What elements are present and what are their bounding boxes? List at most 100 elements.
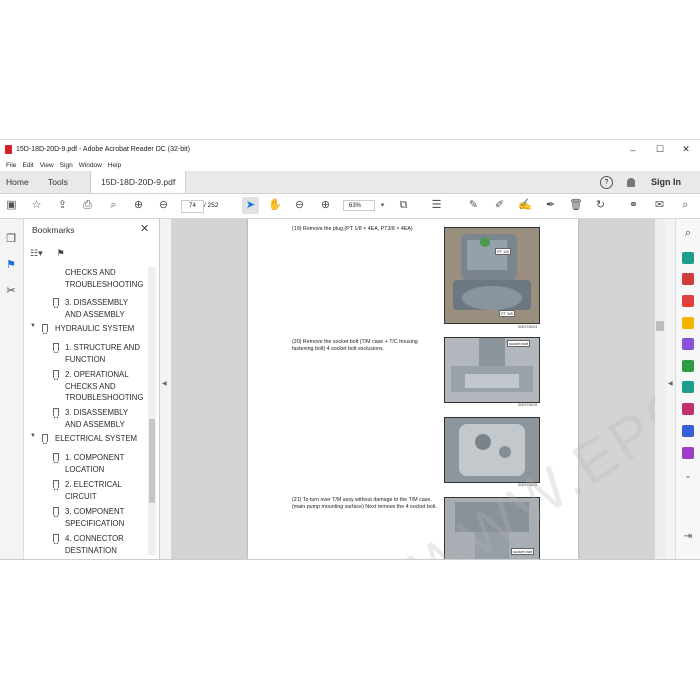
close-window-button[interactable]: ✕ [673, 140, 699, 159]
zoom-in-icon[interactable]: ⊕ [319, 199, 332, 212]
print-icon[interactable]: ⎙ [81, 199, 94, 212]
window-title: 15D-18D-20D-9.pdf - Adobe Acrobat Reader… [16, 146, 190, 153]
bookmark-icon [42, 324, 48, 334]
notification-bell-icon[interactable] [627, 177, 635, 187]
bookmark-icon [53, 298, 59, 308]
create-pdf-icon[interactable] [682, 273, 694, 285]
sign-in-button[interactable]: Sign In [651, 177, 681, 187]
photo-socket-bolt-1: socket bolt [444, 337, 540, 403]
page-thumbnails-icon[interactable]: ❐ [5, 233, 17, 245]
collapse-tools-icon[interactable]: ⇥ [682, 531, 694, 543]
menu-sign[interactable]: Sign [60, 162, 73, 169]
attachments-icon[interactable]: ✂ [5, 285, 17, 297]
bookmark-icon [53, 370, 59, 380]
figure-id: 50D9TM025 [518, 403, 538, 407]
bookmarks-panel: Bookmarks ✕ ☷▾ ⚑ CHECKS AND TROUBLESHOOT… [24, 219, 160, 559]
zoom-search-icon[interactable]: ⌕ [107, 199, 120, 212]
housing-illustration [445, 338, 539, 402]
left-tool-strip: ❐ ⚑ ✂ [0, 219, 24, 559]
add-bookmark-icon[interactable]: ⚑ [57, 248, 65, 259]
mail-icon[interactable]: ✉ [653, 199, 666, 212]
maximize-button[interactable]: ☐ [647, 140, 673, 159]
transmission-illustration [445, 228, 539, 323]
menu-edit[interactable]: Edit [22, 162, 33, 169]
tab-home[interactable]: Home [6, 171, 29, 193]
minimize-button[interactable]: – [620, 140, 646, 159]
collapse-right-panel-icon[interactable]: ◀ [668, 380, 673, 387]
bookmark-star-icon[interactable]: ☆ [30, 199, 43, 212]
menu-help[interactable]: Help [108, 162, 121, 169]
acrobat-window: 15D-18D-20D-9.pdf - Adobe Acrobat Reader… [0, 139, 700, 560]
bookmarks-title: Bookmarks [32, 225, 75, 235]
zoom-dropdown-icon[interactable]: ▾ [376, 199, 389, 212]
pdf-page: (19) Remove the plug.(PT 1/8 × 4EA, PT3/… [248, 219, 665, 559]
chevron-down-icon[interactable]: ▼ [30, 323, 36, 329]
zoom-out-icon[interactable]: ⊖ [293, 199, 306, 212]
acrobat-app-icon [5, 145, 12, 154]
title-bar: 15D-18D-20D-9.pdf - Adobe Acrobat Reader… [0, 140, 700, 159]
tab-bar: Home Tools 15D-18D-20D-9.pdf ? Sign In [0, 171, 700, 194]
photo-tag: PT 3/8 [499, 310, 515, 317]
menu-window[interactable]: Window [79, 162, 102, 169]
bookmark-icon [53, 453, 59, 463]
scrollbar-thumb[interactable] [656, 321, 664, 331]
delete-icon[interactable]: 🗑 [569, 199, 583, 212]
menu-file[interactable]: File [6, 162, 16, 169]
tab-tools[interactable]: Tools [48, 171, 68, 193]
page-down-icon[interactable]: ⊖ [157, 199, 170, 212]
menu-bar: File Edit View Sign Window Help [0, 159, 700, 171]
search-icon[interactable]: ⌕ [679, 199, 692, 212]
step-21-text: (21) To turn over T/M assy without damag… [292, 497, 437, 510]
hand-icon[interactable]: ✋ [268, 199, 282, 212]
link-icon[interactable]: ⚭ [627, 199, 640, 212]
cloud-upload-icon[interactable]: ⇪ [56, 199, 69, 212]
bookmark-icon [42, 434, 48, 444]
zoom-level-select[interactable]: 63% [343, 200, 375, 211]
figure-id: 50D9TM024 [518, 325, 538, 329]
bookmark-icon [53, 408, 59, 418]
photo-tag: PT 1/8 [495, 248, 511, 255]
zoom-icon[interactable]: ⌕ [682, 227, 694, 239]
draw-icon[interactable]: ✍ [518, 199, 532, 212]
protect-icon[interactable] [682, 425, 694, 437]
close-panel-icon[interactable]: ✕ [140, 222, 149, 235]
document-scrollbar[interactable] [655, 219, 665, 559]
fill-and-sign-icon[interactable] [682, 403, 694, 415]
combine-files-icon[interactable] [682, 338, 694, 350]
step-19-text: (19) Remove the plug.(PT 1/8 × 4EA, PT3/… [292, 226, 413, 232]
compress-icon[interactable] [682, 381, 694, 393]
bookmark-icon [53, 480, 59, 490]
export-pdf-icon[interactable] [682, 252, 694, 264]
menu-view[interactable]: View [40, 162, 54, 169]
scrollbar-thumb[interactable] [149, 419, 155, 503]
chevron-down-icon[interactable]: ⌄ [682, 471, 694, 483]
fit-page-icon[interactable]: ⧉ [397, 199, 410, 212]
photo-tag: socket bolt [507, 340, 531, 347]
highlight-icon[interactable]: ✐ [493, 199, 506, 212]
document-view[interactable]: (19) Remove the plug.(PT 1/8 × 4EA, PT3/… [171, 219, 665, 559]
page-up-icon[interactable]: ⊕ [132, 199, 145, 212]
tab-document[interactable]: 15D-18D-20D-9.pdf [90, 171, 187, 193]
bookmarks-panel-icon[interactable]: ⚑ [5, 259, 17, 271]
bookmarks-scrollbar[interactable] [148, 267, 156, 555]
comment-icon[interactable]: ✎ [467, 199, 480, 212]
chevron-down-icon[interactable]: ▼ [30, 433, 36, 439]
scroll-mode-icon[interactable]: ☰ [430, 199, 443, 212]
select-arrow-icon[interactable]: ➤ [242, 197, 259, 214]
edit-pdf-icon[interactable] [682, 295, 694, 307]
bookmark-icon [53, 534, 59, 544]
step-20-text: (20) Remove the socket bolt (T/M case + … [292, 339, 418, 352]
bookmark-options-icon[interactable]: ☷▾ [30, 248, 43, 259]
comment-tool-icon[interactable] [682, 317, 694, 329]
page-number-input[interactable]: 74 [181, 200, 204, 213]
organize-pages-icon[interactable] [682, 360, 694, 372]
bookmark-icon [53, 343, 59, 353]
page-total: / 252 [204, 202, 219, 209]
fill-sign-icon[interactable]: ✒ [544, 199, 557, 212]
main-toolbar: ▣ ☆ ⇪ ⎙ ⌕ ⊕ ⊖ 74 / 252 ➤ ✋ ⊖ ⊕ 63% ▾ ⧉ ☰… [0, 194, 700, 219]
save-icon[interactable]: ▣ [5, 199, 18, 212]
rotate-icon[interactable]: ↻ [594, 199, 607, 212]
collapse-left-panel-icon[interactable]: ◀ [162, 380, 167, 387]
help-icon[interactable]: ? [600, 175, 613, 189]
send-for-signature-icon[interactable] [682, 447, 694, 459]
